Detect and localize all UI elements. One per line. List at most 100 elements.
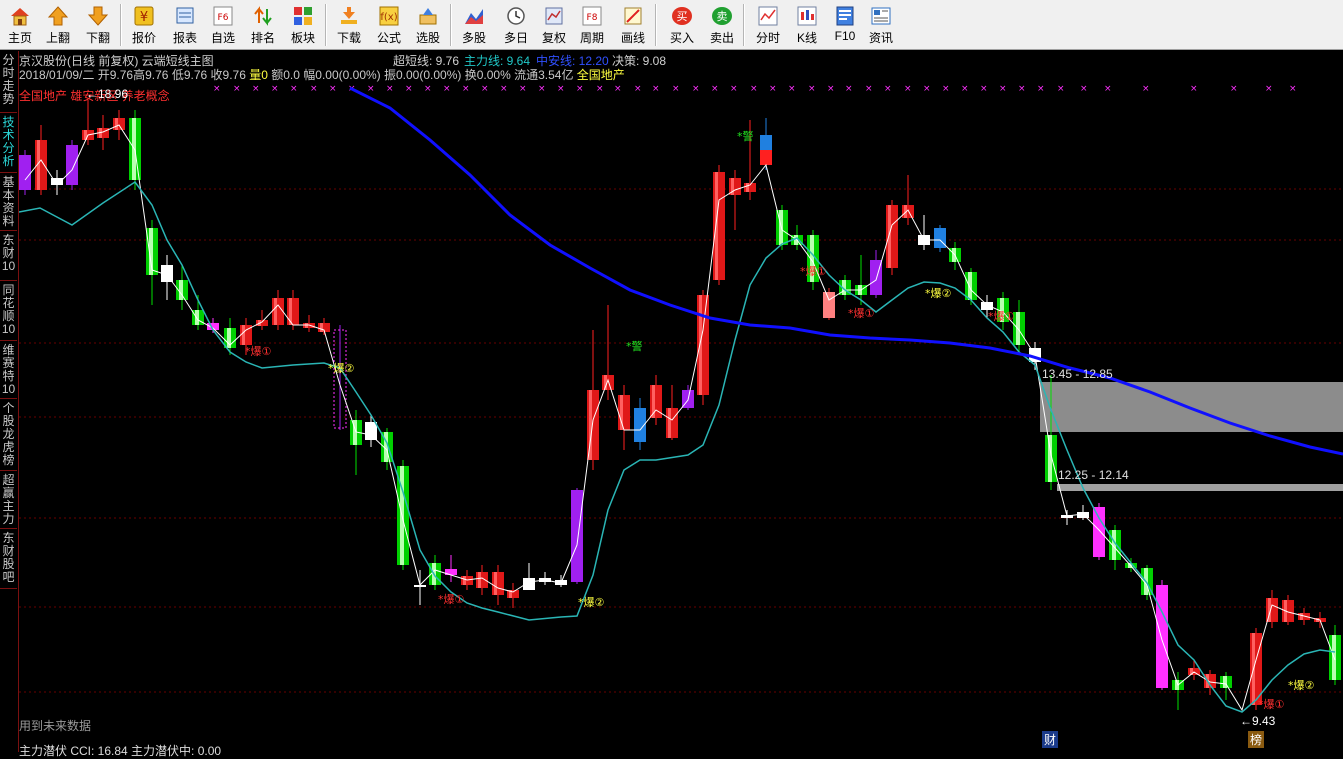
screener-button[interactable]: 选股 [411,2,445,48]
multi-day-button[interactable]: 多日 [499,2,533,48]
low-price-value: 9.43 [1252,714,1276,728]
f10-icon [834,5,856,27]
report-button[interactable]: 报表 [168,2,202,48]
side-tab-7[interactable]: 超赢主力 [0,471,17,529]
adjust-button[interactable]: 复权 [537,2,571,48]
top-signal-marker: × [942,84,950,94]
top-signal-marker: × [481,84,489,94]
top-signal-marker: × [1142,84,1150,94]
f10-button[interactable]: F10 [828,2,862,48]
side-tab-4[interactable]: 同花顺10 [0,281,17,341]
side-tab-2[interactable]: 基本资料 [0,173,17,231]
candle-body [981,302,993,310]
svg-text:¥: ¥ [140,10,148,25]
news-button[interactable]: 资讯 [864,2,898,48]
top-signal-marker: × [596,84,604,94]
kline-chart[interactable]: × × × × × × × × × × × × × × × × × × × × × × × × × × × × × × × × × × × × × × × ×… [19,51,1343,741]
period-button[interactable]: F8 周期 [575,2,609,48]
top-signal-marker: × [711,84,719,94]
signal-label: *爆① [438,592,464,606]
side-tab-3[interactable]: 东财10 [0,231,17,281]
f8-icon: F8 [581,5,603,27]
page-down-button[interactable]: 下翻 [81,2,115,48]
multi-stock-label: 多股 [461,31,486,45]
buy-button[interactable]: 买买入 [665,2,699,48]
top-signal-marker: × [808,84,816,94]
candle-body [713,172,725,280]
page-up-button[interactable]: 上翻 [41,2,75,48]
top-signal-marker: × [1265,84,1273,94]
top-signal-marker: × [961,84,969,94]
candle-highlight [384,432,388,462]
multi-stock-button[interactable]: 多股 [457,2,491,48]
side-tab-5[interactable]: 维赛特10 [0,341,17,399]
side-tab-6[interactable]: 个股龙虎榜 [0,399,17,471]
top-signal-marker: × [443,84,451,94]
top-signal-marker: × [1080,84,1088,94]
top-signal-marker: × [1289,84,1297,94]
toolbar-separator [743,4,745,46]
download-button[interactable]: 下载 [332,2,366,48]
candle-body [902,205,914,218]
side-tab-8[interactable]: 东财股吧 [0,529,17,589]
candle-body [697,295,709,395]
candle-highlight [463,576,466,585]
top-signal-marker: × [500,84,508,94]
candle-body [365,422,377,440]
quote-button[interactable]: ¥ 报价 [127,2,161,48]
f10-label: F10 [834,29,856,43]
home-button[interactable]: 主页 [3,2,37,48]
candle-highlight [274,298,277,325]
sector-grid-icon [292,5,314,27]
top-signal-marker: × [1190,84,1198,94]
zone-upper-label: 13.45 - 12.85 [1042,367,1113,381]
candle-highlight [242,325,245,345]
arrow-up-icon [47,5,69,27]
top-signal-marker: × [614,84,622,94]
sell-button[interactable]: 卖卖出 [705,2,739,48]
intraday-button[interactable]: 分时 [751,2,785,48]
candle-highlight [115,118,118,130]
rank-icon [252,5,274,27]
quote-label: 报价 [131,31,156,45]
screener-label: 选股 [415,31,440,45]
candle-body [602,375,614,390]
top-signal-marker: × [904,84,912,94]
signal-label: *警 [626,339,643,353]
main-force-line [19,180,1336,713]
toolbar-separator [325,4,327,46]
candle-body [272,298,284,325]
formula-label: 公式 [376,31,401,45]
svg-text:f(x): f(x) [380,12,397,23]
top-signal-marker: × [730,84,738,94]
formula-button[interactable]: f(x) 公式 [372,2,406,48]
top-signal-marker: × [672,84,680,94]
candle-body [934,228,946,248]
adjust-icon [543,5,565,27]
watchlist-button[interactable]: F6 自选 [206,2,240,48]
ranking-marker[interactable]: 榜 [1248,731,1265,748]
side-tab-0[interactable]: 分时走势 [0,51,17,113]
signal-label: *爆① [1258,697,1284,711]
top-signal-marker: × [1057,84,1065,94]
top-signal-marker: × [233,84,241,94]
sector-label: 板块 [290,31,315,45]
kline-button[interactable]: K线 [790,2,824,48]
top-signal-marker: × [424,84,432,94]
top-signal-marker: × [1230,84,1238,94]
rank-button[interactable]: 排名 [246,2,280,48]
signal-label: *爆② [1288,678,1314,692]
sector-button[interactable]: 板块 [286,2,320,48]
draw-button[interactable]: 画线 [616,2,650,48]
candle-highlight [320,323,323,332]
intraday-label: 分时 [755,31,780,45]
buy-label: 买入 [669,31,694,45]
top-signal-marker: × [519,84,527,94]
signal-label: *爆① [848,306,874,320]
side-tab-1[interactable]: 技术分析 [0,113,17,173]
finance-marker[interactable]: 财 [1042,731,1059,748]
top-signal-marker: × [788,84,796,94]
main-toolbar: 主页 上翻 下翻 ¥ 报价 报表 F6 自选 排名 板块 下载 f(x) 公式 选股 多股 多日 复权 F8 周期 画… [0,0,1343,50]
candle-body [823,292,835,318]
candle-body [523,578,535,590]
